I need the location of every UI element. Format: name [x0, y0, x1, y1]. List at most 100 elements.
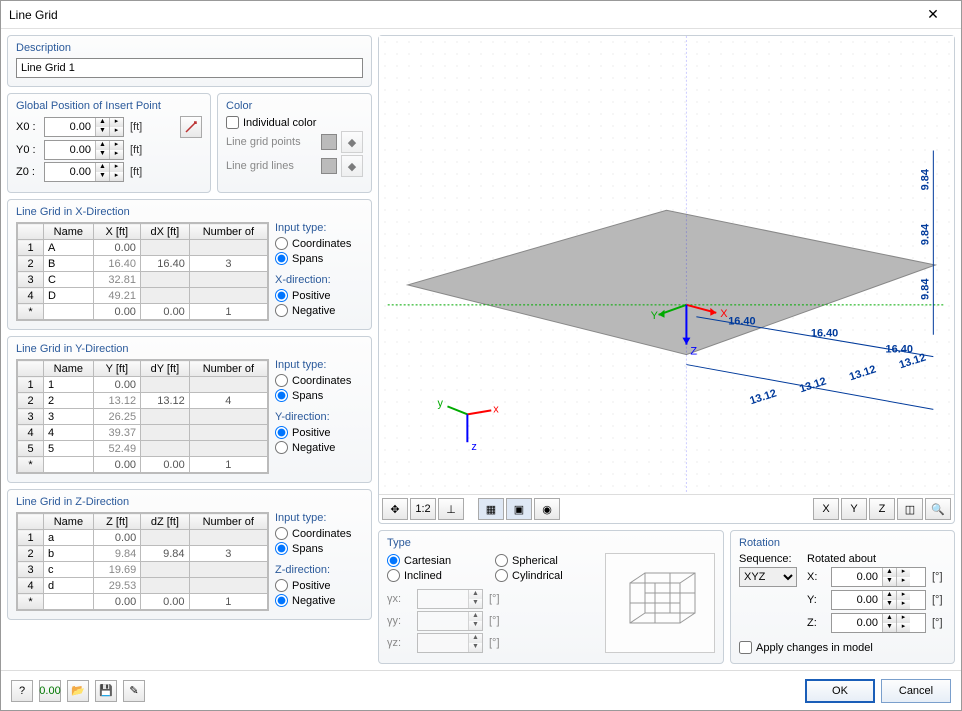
- globalpos-title: Global Position of Insert Point: [16, 100, 202, 112]
- x-negative-radio[interactable]: Negative: [275, 304, 363, 317]
- globalpos-group: Global Position of Insert Point X0 : ▲▼▸…: [7, 93, 211, 193]
- view-tool-y[interactable]: Y: [841, 498, 867, 520]
- grid-z-group: Line Grid in Z-Direction NameZ [ft]dZ [f…: [7, 489, 372, 620]
- rot-x-label: X:: [807, 571, 827, 583]
- table-row[interactable]: 4439.37: [18, 425, 268, 441]
- type-cartesian[interactable]: Cartesian: [387, 554, 487, 567]
- rot-z-input[interactable]: ▲▼▸▸: [831, 613, 926, 633]
- view-tool-3[interactable]: ⊥: [438, 498, 464, 520]
- view-tool-zoom[interactable]: 🔍: [925, 498, 951, 520]
- table-row[interactable]: 4D49.21: [18, 288, 268, 304]
- lines-color-button: ◆: [341, 155, 363, 177]
- description-group: Description: [7, 35, 372, 87]
- grid-y-table[interactable]: NameY [ft]dY [ft]Number of 110.002213.12…: [17, 360, 268, 473]
- individual-color-check[interactable]: Individual color: [226, 116, 363, 129]
- sequence-select[interactable]: XYZ: [739, 567, 797, 587]
- rotation-group: Rotation Sequence: XYZ Rotated about X: ▲…: [730, 530, 955, 664]
- rotated-about-label: Rotated about: [807, 553, 946, 565]
- gamma-x-label: γx:: [387, 593, 413, 605]
- rot-y-input[interactable]: ▲▼▸▸: [831, 590, 926, 610]
- y-coords-radio[interactable]: Coordinates: [275, 374, 363, 387]
- y-positive-radio[interactable]: Positive: [275, 426, 363, 439]
- gamma-x-input: ▲▼: [417, 589, 483, 609]
- z-negative-radio[interactable]: Negative: [275, 594, 363, 607]
- view-tool-1[interactable]: ✥: [382, 498, 408, 520]
- table-row[interactable]: 4d29.53: [18, 578, 268, 594]
- table-row[interactable]: 2B16.4016.403: [18, 256, 268, 272]
- table-row[interactable]: *0.000.001: [18, 457, 268, 473]
- open-button[interactable]: 📂: [67, 680, 89, 702]
- description-input[interactable]: [16, 58, 363, 78]
- svg-text:9.84: 9.84: [919, 168, 931, 190]
- z-coords-radio[interactable]: Coordinates: [275, 527, 363, 540]
- z-positive-radio[interactable]: Positive: [275, 579, 363, 592]
- table-row[interactable]: 1A0.00: [18, 240, 268, 256]
- svg-text:z: z: [471, 441, 476, 453]
- z0-input[interactable]: ▲▼▸▸: [44, 162, 124, 182]
- table-row[interactable]: 110.00: [18, 377, 268, 393]
- y-spans-radio[interactable]: Spans: [275, 389, 363, 402]
- y0-input[interactable]: ▲▼▸▸: [44, 140, 124, 160]
- table-row[interactable]: *0.000.001: [18, 594, 268, 610]
- lines-swatch: [321, 158, 337, 174]
- table-row[interactable]: *0.000.001: [18, 304, 268, 320]
- grid-x-table[interactable]: NameX [ft]dX [ft]Number of 1A0.002B16.40…: [17, 223, 268, 320]
- sequence-label: Sequence:: [739, 553, 797, 565]
- type-spherical[interactable]: Spherical: [495, 554, 595, 567]
- svg-text:X: X: [720, 308, 728, 320]
- svg-text:x: x: [493, 403, 499, 415]
- view-tool-6[interactable]: ◉: [534, 498, 560, 520]
- svg-text:y: y: [438, 397, 444, 409]
- view-tool-x[interactable]: X: [813, 498, 839, 520]
- preview-3d[interactable]: X Y Z x y z 16.40 16.40 16.40 13.12 13.1…: [379, 36, 954, 494]
- table-row[interactable]: 5552.49: [18, 441, 268, 457]
- save-button[interactable]: 💾: [95, 680, 117, 702]
- view-tool-5[interactable]: ▣: [506, 498, 532, 520]
- pick-point-button[interactable]: [180, 116, 202, 138]
- grid-y-title: Line Grid in Y-Direction: [16, 343, 363, 355]
- table-row[interactable]: 3c19.69: [18, 562, 268, 578]
- close-button[interactable]: ✕: [913, 4, 953, 26]
- type-inclined[interactable]: Inclined: [387, 569, 487, 582]
- help-button[interactable]: ?: [11, 680, 33, 702]
- view-tool-4[interactable]: ▦: [478, 498, 504, 520]
- cancel-button[interactable]: Cancel: [881, 679, 951, 703]
- z0-unit: [ft]: [130, 166, 142, 178]
- calc-button[interactable]: 0.00: [39, 680, 61, 702]
- grid-points-label: Line grid points: [226, 136, 317, 148]
- rotation-title: Rotation: [739, 537, 946, 549]
- apply-changes-check[interactable]: Apply changes in model: [739, 641, 946, 654]
- table-row[interactable]: 3326.25: [18, 409, 268, 425]
- view-tool-z[interactable]: Z: [869, 498, 895, 520]
- ok-button[interactable]: OK: [805, 679, 875, 703]
- svg-text:9.84: 9.84: [919, 278, 931, 300]
- gamma-z-label: γz:: [387, 637, 413, 649]
- grid-z-title: Line Grid in Z-Direction: [16, 496, 363, 508]
- svg-text:13.12: 13.12: [748, 387, 778, 407]
- x-positive-radio[interactable]: Positive: [275, 289, 363, 302]
- type-title: Type: [387, 537, 715, 549]
- x-coords-radio[interactable]: Coordinates: [275, 237, 363, 250]
- grid-z-table[interactable]: NameZ [ft]dZ [ft]Number of 1a0.002b9.849…: [17, 513, 268, 610]
- y-negative-radio[interactable]: Negative: [275, 441, 363, 454]
- x0-input[interactable]: ▲▼▸▸: [44, 117, 124, 137]
- type-cylindrical[interactable]: Cylindrical: [495, 569, 595, 582]
- z-spans-radio[interactable]: Spans: [275, 542, 363, 555]
- table-row[interactable]: 2b9.849.843: [18, 546, 268, 562]
- view-tool-iso[interactable]: ◫: [897, 498, 923, 520]
- window-title: Line Grid: [9, 8, 913, 22]
- x-spans-radio[interactable]: Spans: [275, 252, 363, 265]
- table-row[interactable]: 2213.1213.124: [18, 393, 268, 409]
- x0-label: X0 :: [16, 121, 40, 133]
- rot-x-input[interactable]: ▲▼▸▸: [831, 567, 926, 587]
- spinner-down-icon[interactable]: ▼: [95, 127, 109, 136]
- table-row[interactable]: 1a0.00: [18, 530, 268, 546]
- svg-text:13.12: 13.12: [848, 363, 878, 383]
- spinner-up-icon[interactable]: ▲: [95, 118, 109, 127]
- view-tool-2[interactable]: 1:2: [410, 498, 436, 520]
- grid-lines-label: Line grid lines: [226, 160, 317, 172]
- points-color-button: ◆: [341, 131, 363, 153]
- table-row[interactable]: 3C32.81: [18, 272, 268, 288]
- edit-button[interactable]: ✎: [123, 680, 145, 702]
- svg-text:9.84: 9.84: [919, 223, 931, 245]
